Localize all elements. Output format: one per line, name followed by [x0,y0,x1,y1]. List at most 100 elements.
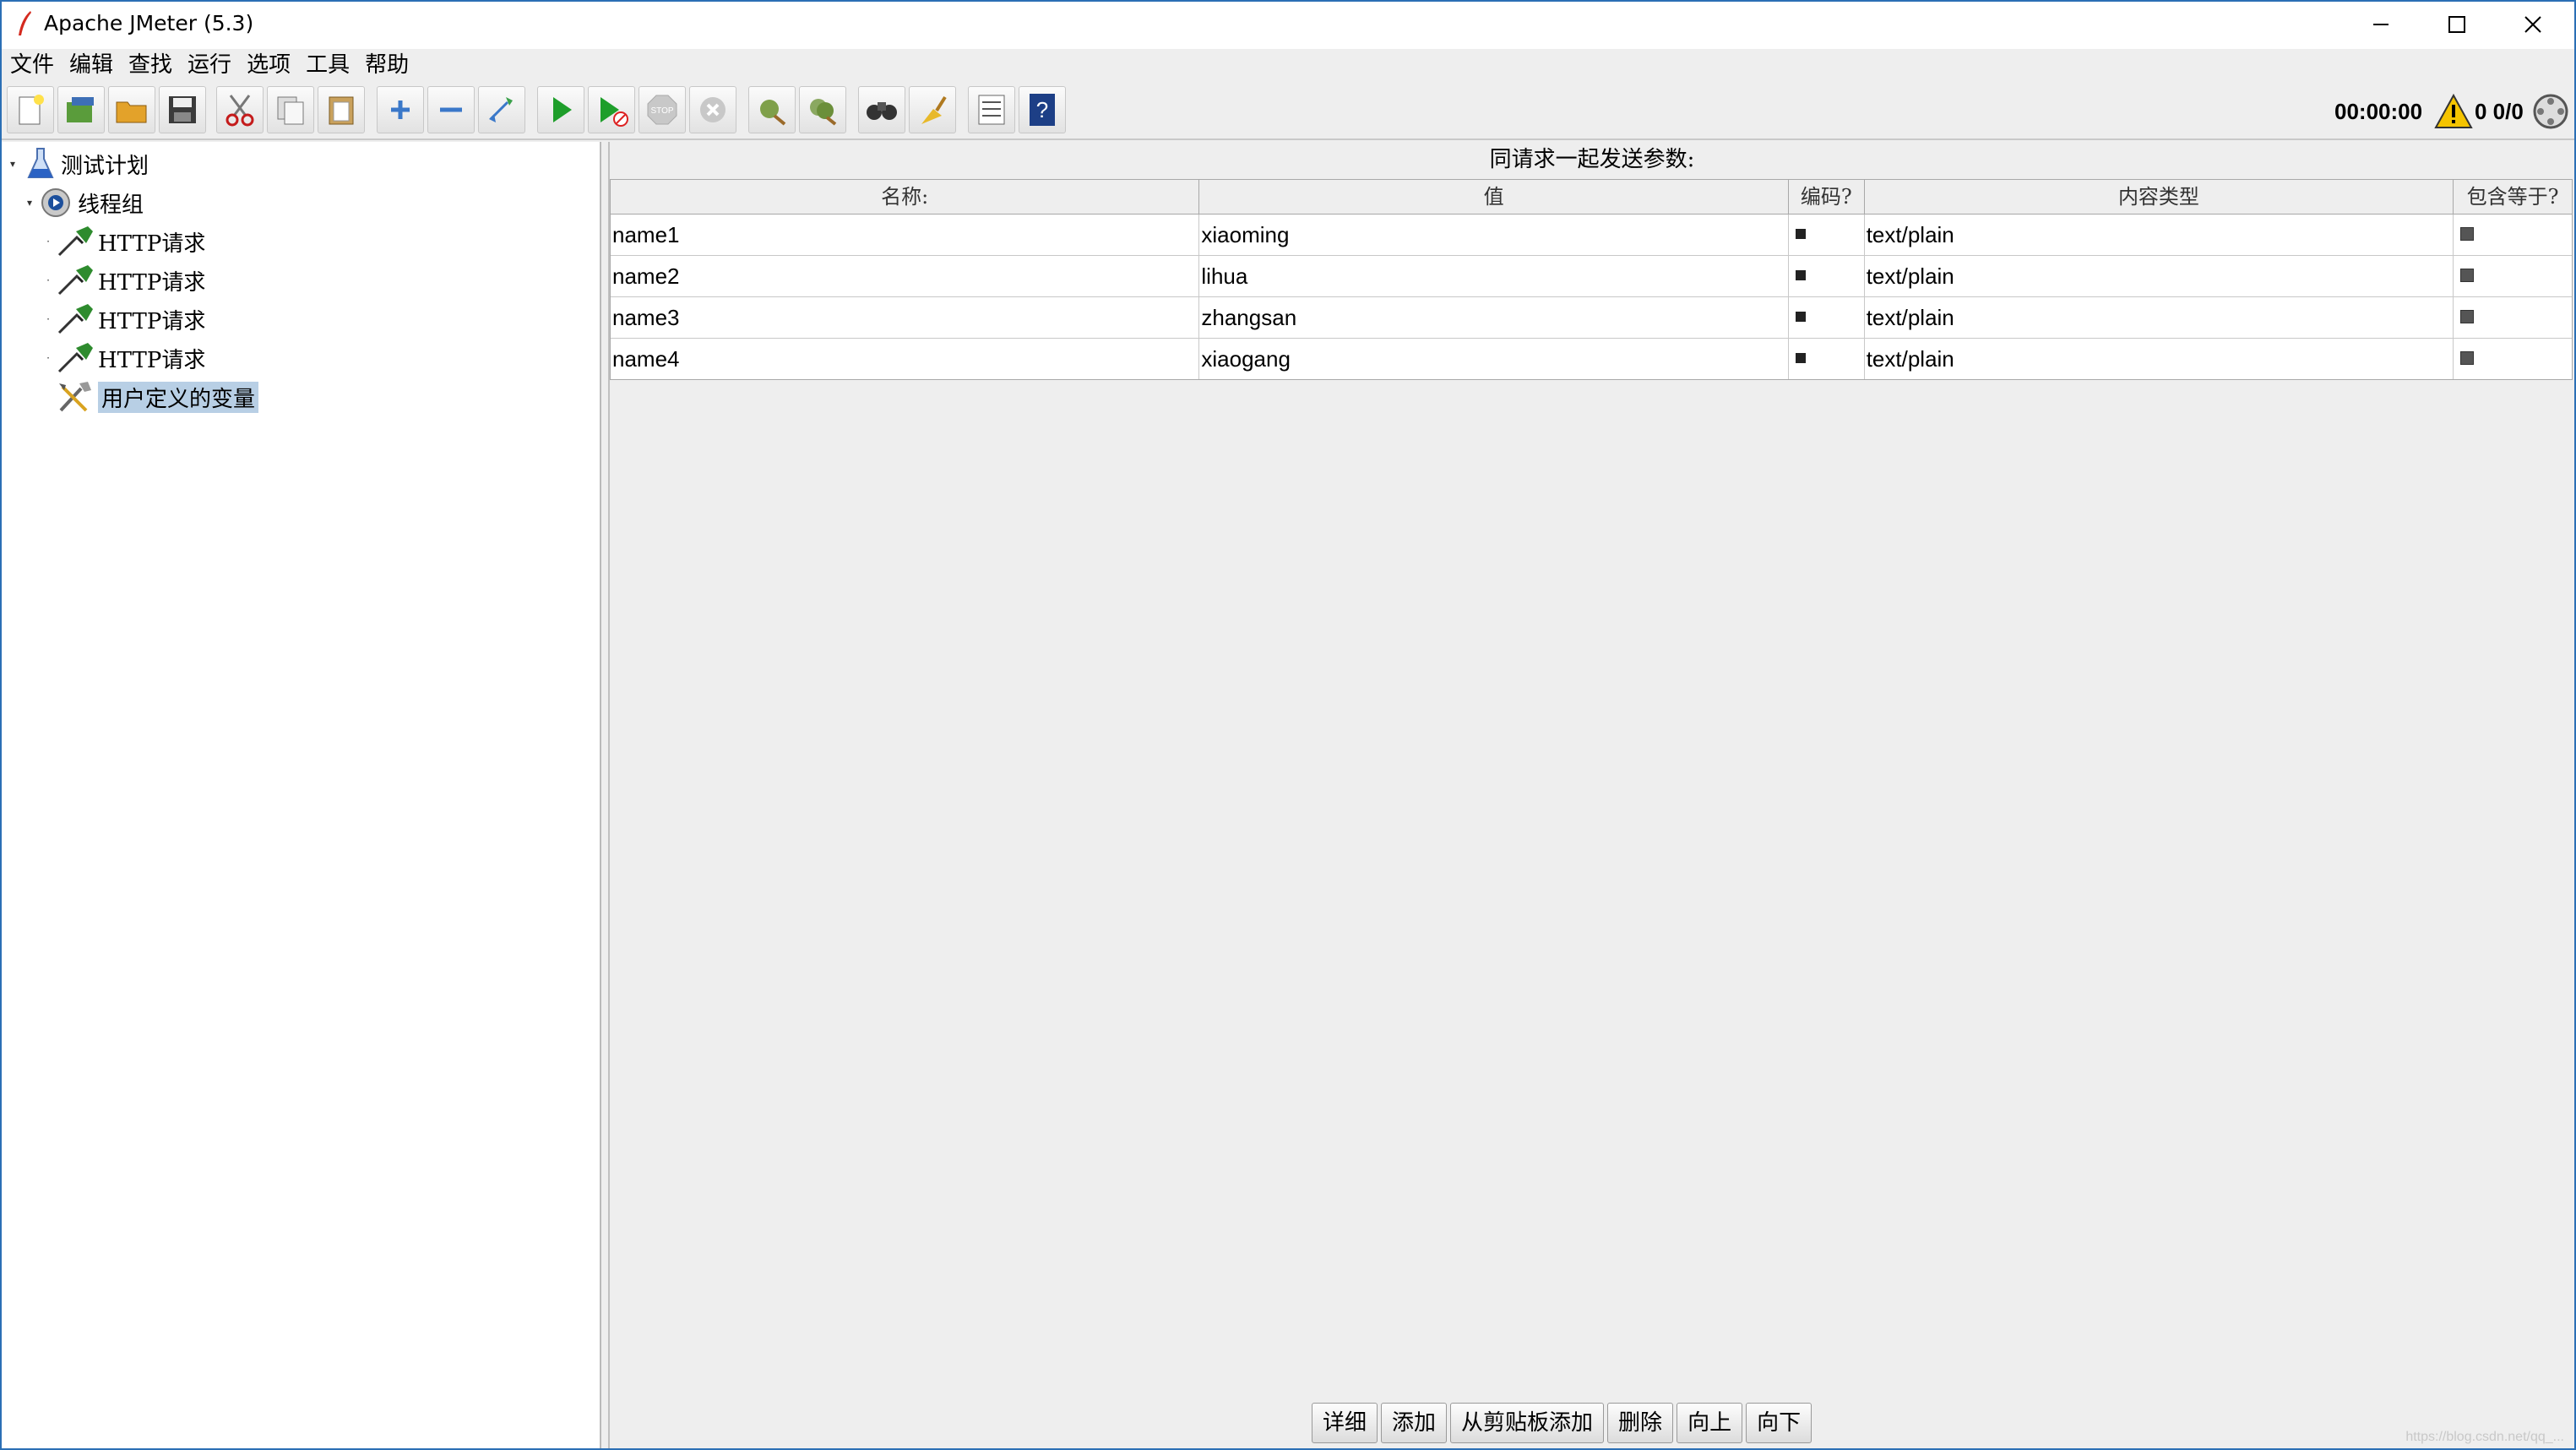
table-action-buttons: 详细 添加 从剪贴板添加 删除 向上 向下 [1312,1403,1815,1443]
paste-button[interactable] [318,86,365,133]
function-helper-button[interactable] [968,86,1015,133]
parameters-panel: 同请求一起发送参数: 名称: 值 编码? 内容类型 包含等于? name1 xi… [610,142,2574,1448]
new-button[interactable] [7,86,54,133]
column-header-name[interactable]: 名称: [611,180,1200,214]
close-button[interactable] [2495,2,2571,47]
menu-options[interactable]: 选项 [247,49,291,81]
cell-include-equals-checkbox[interactable] [2454,256,2572,296]
cell-include-equals-checkbox[interactable] [2454,215,2572,255]
search-button[interactable] [858,86,905,133]
tree-node-test-plan[interactable]: ▾ 测试计划 [2,144,600,183]
minimize-button[interactable] [2343,2,2419,47]
tree-node-http-request[interactable]: · HTTP请求 [2,339,600,377]
checkbox-checked-icon [2460,227,2475,242]
cell-name[interactable]: name3 [611,297,1200,338]
tree-expand-toggle[interactable]: ▾ [24,197,35,209]
title-bar [0,0,2576,49]
tree-node-user-defined-variables[interactable]: 用户定义的变量 [2,377,600,416]
collapse-all-button[interactable] [427,86,475,133]
toolbar: STOP ? [2,81,2574,140]
column-header-content-type[interactable]: 内容类型 [1865,180,2454,214]
toggle-button[interactable] [478,86,525,133]
detail-button[interactable]: 详细 [1312,1403,1378,1443]
checkbox-checked-icon [1795,353,1806,364]
clear-button[interactable] [748,86,796,133]
cell-content-type[interactable]: text/plain [1865,215,2454,255]
shutdown-icon [700,97,726,122]
tree-label: HTTP请求 [98,347,206,373]
elapsed-timer: 00:00:00 [2334,99,2423,124]
cell-value[interactable]: zhangsan [1199,297,1789,338]
start-no-pauses-button[interactable] [588,86,635,133]
tree-label: 测试计划 [61,153,149,179]
save-button[interactable] [159,86,206,133]
cell-encode-checkbox[interactable] [1789,339,1865,379]
cell-encode-checkbox[interactable] [1789,256,1865,296]
shutdown-button[interactable] [689,86,736,133]
table-row[interactable]: name4 xiaogang text/plain [611,339,2572,379]
cell-content-type[interactable]: text/plain [1865,256,2454,296]
checkbox-checked-icon [1795,229,1806,240]
paste-icon [329,96,354,125]
table-row[interactable]: name1 xiaoming text/plain [611,215,2572,256]
http-sampler-icon [57,226,93,257]
menu-search[interactable]: 查找 [128,49,172,81]
cell-value[interactable]: lihua [1199,256,1789,296]
help-button[interactable]: ? [1019,86,1066,133]
menu-run[interactable]: 运行 [187,49,231,81]
tree-node-http-request[interactable]: · HTTP请求 [2,261,600,300]
window-title: Apache JMeter (5.3) [44,11,254,35]
maximize-button[interactable] [2419,2,2495,47]
close-icon [2524,16,2541,33]
templates-button[interactable] [57,86,105,133]
clear-all-icon [810,99,837,126]
column-header-value[interactable]: 值 [1199,180,1789,214]
expand-all-button[interactable] [377,86,424,133]
add-button[interactable]: 添加 [1381,1403,1448,1443]
menu-edit[interactable]: 编辑 [69,49,113,81]
menu-file[interactable]: 文件 [10,49,54,81]
cell-name[interactable]: name4 [611,339,1200,379]
copy-button[interactable] [267,86,314,133]
split-pane-divider[interactable] [601,142,610,1448]
menu-tools[interactable]: 工具 [306,49,350,81]
column-header-encode[interactable]: 编码? [1789,180,1865,214]
tree-leaf-marker: · [46,274,50,286]
cell-value[interactable]: xiaogang [1199,339,1789,379]
cell-encode-checkbox[interactable] [1789,297,1865,338]
table-header: 名称: 值 编码? 内容类型 包含等于? [611,180,2572,215]
cell-content-type[interactable]: text/plain [1865,339,2454,379]
reset-search-button[interactable] [909,86,956,133]
delete-button[interactable]: 删除 [1607,1403,1674,1443]
cell-name[interactable]: name2 [611,256,1200,296]
table-row[interactable]: name3 zhangsan text/plain [611,297,2572,339]
cut-button[interactable] [216,86,264,133]
tree-leaf-marker: · [46,313,50,325]
help-icon: ? [1030,94,1055,126]
cell-name[interactable]: name1 [611,215,1200,255]
move-down-button[interactable]: 向下 [1746,1403,1812,1443]
cell-content-type[interactable]: text/plain [1865,297,2454,338]
table-row[interactable]: name2 lihua text/plain [611,256,2572,297]
column-header-include-equals[interactable]: 包含等于? [2454,180,2572,214]
cell-include-equals-checkbox[interactable] [2454,339,2572,379]
move-up-button[interactable]: 向上 [1677,1403,1743,1443]
open-button[interactable] [108,86,155,133]
open-icon [116,101,147,123]
tree-expand-toggle[interactable]: ▾ [7,158,19,170]
cell-include-equals-checkbox[interactable] [2454,297,2572,338]
menu-help[interactable]: 帮助 [365,49,409,81]
cut-icon [226,95,254,127]
status-indicator-icon [2533,94,2568,129]
start-button[interactable] [537,86,584,133]
cell-encode-checkbox[interactable] [1789,215,1865,255]
stop-button[interactable]: STOP [639,86,686,133]
clear-all-button[interactable] [799,86,846,133]
cell-value[interactable]: xiaoming [1199,215,1789,255]
add-from-clipboard-button[interactable]: 从剪贴板添加 [1450,1403,1605,1443]
tree-node-http-request[interactable]: · HTTP请求 [2,222,600,261]
tree-node-http-request[interactable]: · HTTP请求 [2,300,600,339]
warning-icon[interactable] [2434,93,2473,130]
tree-leaf-marker: · [46,236,50,247]
tree-node-thread-group[interactable]: ▾ 线程组 [2,183,600,222]
